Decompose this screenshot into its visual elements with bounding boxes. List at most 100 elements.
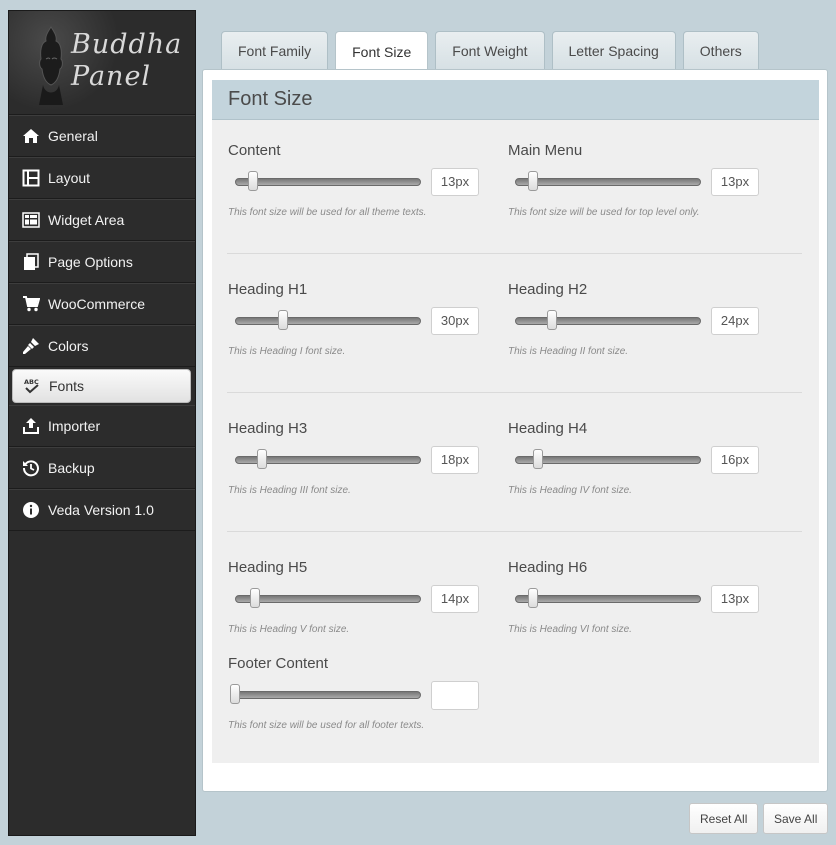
field-heading-h2: Heading H2 24px This is Heading II font …	[508, 281, 768, 357]
h5-slider: 14px	[228, 585, 488, 615]
sidebar-item-fonts[interactable]: ABC Fonts	[12, 369, 191, 403]
sidebar-item-widget-area[interactable]: Widget Area	[9, 199, 195, 241]
value-input[interactable]: 13px	[431, 168, 479, 196]
slider-track[interactable]	[515, 595, 701, 603]
sidebar-item-label: Backup	[48, 460, 95, 476]
field-label: Heading H4	[508, 420, 588, 437]
value-input[interactable]: 16px	[711, 446, 759, 474]
settings-panel: Font Size Content 13px This font size wi…	[202, 69, 828, 792]
sidebar-item-page-options[interactable]: Page Options	[9, 241, 195, 283]
help-text: This is Heading IV font size.	[508, 485, 632, 496]
buddha-head-icon	[39, 26, 63, 105]
sidebar-item-label: Layout	[48, 170, 91, 186]
field-heading-h6: Heading H6 13px This is Heading VI font …	[508, 559, 768, 635]
field-label: Footer Content	[228, 655, 329, 672]
slider-handle[interactable]	[547, 310, 558, 330]
brush-icon	[22, 337, 40, 355]
slider-track[interactable]	[235, 691, 421, 699]
help-text: This is Heading VI font size.	[508, 624, 632, 635]
h3-slider: 18px	[228, 446, 488, 476]
field-heading-h3: Heading H3 18px This is Heading III font…	[228, 420, 488, 496]
value-input[interactable]: 14px	[431, 585, 479, 613]
slider-handle[interactable]	[249, 588, 260, 608]
field-heading-h1: Heading H1 30px This is Heading I font s…	[228, 281, 488, 357]
sidebar-item-layout[interactable]: Layout	[9, 157, 195, 199]
slider-track[interactable]	[235, 317, 421, 325]
h6-slider: 13px	[508, 585, 768, 615]
section-title: Font Size	[212, 80, 819, 120]
value-input[interactable]	[431, 681, 479, 710]
sidebar-item-label: Widget Area	[48, 212, 125, 228]
h1-slider: 30px	[228, 307, 488, 337]
sidebar-item-label: Veda Version 1.0	[48, 502, 154, 518]
pages-icon	[22, 253, 40, 271]
sidebar-item-backup[interactable]: Backup	[9, 447, 195, 489]
h4-slider: 16px	[508, 446, 768, 476]
slider-handle[interactable]	[527, 588, 538, 608]
divider	[227, 531, 802, 532]
sidebar-item-woocommerce[interactable]: WooCommerce	[9, 283, 195, 325]
sidebar-item-importer[interactable]: Importer	[9, 405, 195, 447]
slider-handle[interactable]	[247, 171, 258, 191]
section-body: Content 13px This font size will be used…	[212, 120, 819, 763]
sidebar-item-general[interactable]: General	[9, 115, 195, 157]
slider-handle[interactable]	[527, 171, 538, 191]
field-label: Heading H5	[228, 559, 308, 576]
sidebar-item-colors[interactable]: Colors	[9, 325, 195, 367]
field-label: Heading H2	[508, 281, 588, 298]
field-label: Heading H1	[228, 281, 308, 298]
slider-track[interactable]	[235, 595, 421, 603]
help-text: This font size will be used for all foot…	[228, 720, 425, 731]
help-text: This font size will be used for all them…	[228, 207, 427, 218]
slider-track[interactable]	[515, 178, 701, 186]
help-text: This is Heading V font size.	[228, 624, 350, 635]
home-icon	[22, 127, 40, 145]
divider	[227, 392, 802, 393]
tab-font-family[interactable]: Font Family	[221, 31, 329, 70]
tab-font-weight[interactable]: Font Weight	[435, 31, 545, 70]
help-text: This is Heading I font size.	[228, 346, 346, 357]
cart-icon	[22, 295, 40, 313]
fonts-icon: ABC	[23, 377, 41, 395]
slider-track[interactable]	[235, 178, 421, 186]
main-menu-slider: 13px	[508, 168, 768, 198]
sidebar-nav: General Layout Widget Area Page Options …	[9, 115, 195, 531]
value-input[interactable]: 30px	[431, 307, 479, 335]
slider-handle[interactable]	[230, 684, 240, 704]
divider	[227, 253, 802, 254]
sidebar-item-version[interactable]: Veda Version 1.0	[9, 489, 195, 531]
layout-icon	[22, 169, 40, 187]
reset-all-button[interactable]: Reset All	[689, 803, 759, 834]
field-content: Content 13px This font size will be used…	[228, 142, 488, 218]
sidebar-item-label: WooCommerce	[48, 296, 145, 312]
logo-text: Buddha Panel	[71, 29, 191, 93]
help-text: This is Heading II font size.	[508, 346, 629, 357]
info-icon	[22, 501, 40, 519]
sidebar-item-label: Page Options	[48, 254, 133, 270]
field-label: Main Menu	[508, 142, 583, 159]
sidebar-item-label: Fonts	[49, 378, 85, 394]
field-label: Content	[228, 142, 281, 159]
slider-track[interactable]	[515, 317, 701, 325]
tab-font-size[interactable]: Font Size	[335, 31, 429, 71]
field-label: Heading H6	[508, 559, 588, 576]
value-input[interactable]: 13px	[711, 585, 759, 613]
field-main-menu: Main Menu 13px This font size will be us…	[508, 142, 768, 218]
footer-slider	[228, 681, 488, 711]
value-input[interactable]: 18px	[431, 446, 479, 474]
sidebar: Buddha Panel General Layout Widget Area	[8, 10, 196, 836]
widget-icon	[22, 211, 40, 229]
slider-handle[interactable]	[533, 449, 544, 469]
value-input[interactable]: 24px	[711, 307, 759, 335]
save-all-button[interactable]: Save All	[763, 803, 829, 834]
tab-letter-spacing[interactable]: Letter Spacing	[551, 31, 676, 70]
tab-others[interactable]: Others	[682, 31, 759, 70]
value-input[interactable]: 13px	[711, 168, 759, 196]
tab-bar: Font Family Font Size Font Weight Letter…	[221, 31, 766, 71]
slider-handle[interactable]	[278, 310, 289, 330]
sidebar-item-label: Importer	[48, 418, 101, 434]
field-heading-h4: Heading H4 16px This is Heading IV font …	[508, 420, 768, 496]
sidebar-item-label: Colors	[48, 338, 89, 354]
logo-line-1: Buddha	[71, 29, 183, 60]
slider-handle[interactable]	[256, 449, 267, 469]
